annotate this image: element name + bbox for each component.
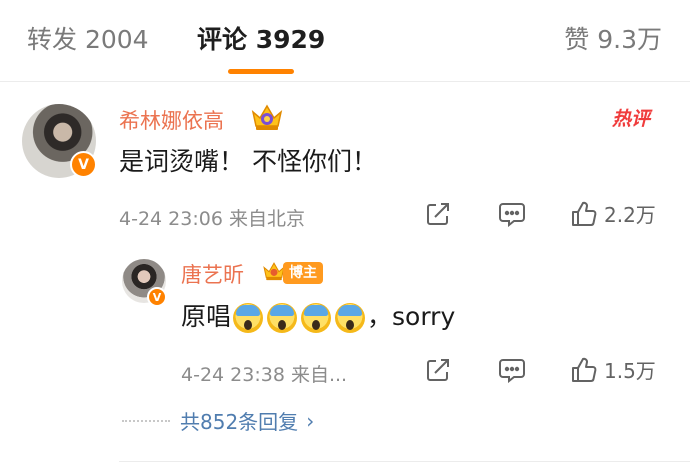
reply-text-before: 原唱 <box>181 302 232 331</box>
reply-like-count: 1.5万 <box>604 359 656 383</box>
scream-emoji-icon <box>267 303 298 333</box>
view-more-replies-link[interactable]: 共852条回复 › <box>122 406 314 435</box>
tab-comment[interactable]: 评论 3929 <box>197 22 325 58</box>
tab-like[interactable]: 赞 9.3万 <box>564 22 662 58</box>
thumbs-up-icon <box>572 201 597 226</box>
comment-meta: 4-24 23:06 来自北京 <box>119 208 305 230</box>
active-tab-indicator <box>228 69 294 74</box>
scream-emoji-icon <box>335 303 366 333</box>
like-button[interactable]: 2.2万 <box>570 199 656 228</box>
more-replies-label: 共852条回复 <box>180 410 299 434</box>
reply-comment-button[interactable] <box>498 357 526 383</box>
chevron-right-icon: › <box>306 408 315 433</box>
crown-icon <box>251 104 283 130</box>
reply-like-button[interactable]: 1.5万 <box>570 355 656 384</box>
reply-meta: 4-24 23:38 来自... <box>181 364 348 386</box>
scream-emoji-icon <box>301 303 332 333</box>
tab-bar: 转发 2004 评论 3929 赞 9.3万 <box>0 0 690 82</box>
comment-icon <box>499 359 525 383</box>
share-button[interactable] <box>425 201 451 227</box>
tab-repost[interactable]: 转发 2004 <box>27 22 149 58</box>
comment-button[interactable] <box>498 201 526 227</box>
share-icon <box>427 359 449 381</box>
hot-comment-badge: 热评 <box>612 108 651 130</box>
verified-icon: V <box>147 287 167 307</box>
reply-text-after: ，sorry <box>367 302 456 331</box>
comment-icon <box>499 203 525 227</box>
scream-emoji-icon <box>233 303 264 333</box>
thumbs-up-icon <box>572 357 597 382</box>
comment-text: 是词烫嘴！ 不怪你们！ <box>119 147 377 176</box>
reply-text: 原唱 ，sorry <box>181 300 455 334</box>
reply-username[interactable]: 唐艺昕 <box>181 259 244 289</box>
comment-username[interactable]: 希林娜依高 <box>119 105 224 135</box>
like-count: 2.2万 <box>604 203 656 227</box>
divider <box>122 419 170 422</box>
verified-icon: V <box>70 151 97 178</box>
divider <box>119 461 690 462</box>
reply-share-button[interactable] <box>425 357 451 383</box>
blogger-badge: 博主 <box>283 262 323 284</box>
emoji-row <box>233 303 366 333</box>
share-icon <box>427 203 449 225</box>
